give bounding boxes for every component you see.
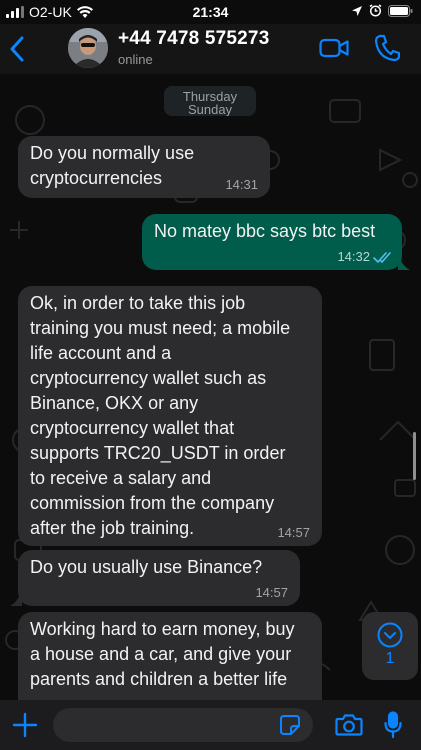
status-bar: O2-UK 21:34 [0,0,421,24]
date-label-behind: Sunday [187,102,233,116]
message-time: 14:32 [337,249,370,264]
battery-icon [388,4,413,17]
back-icon[interactable] [6,34,28,64]
avatar[interactable] [68,28,108,68]
message-outgoing[interactable]: No matey bbc says btc best 14:32 [142,214,402,270]
date-separator: Thursday Sunday [164,86,256,116]
message-text: Ok, in order to take this job training y… [30,293,291,538]
unread-count: 1 [385,650,395,667]
message-time: 14:31 [225,177,258,192]
video-call-icon[interactable] [319,36,349,60]
read-receipt-icon [373,252,391,263]
avatar-image [68,28,108,68]
camera-icon[interactable] [335,713,363,737]
message-incoming[interactable]: Do you usually use Binance? 14:57 [18,550,300,606]
scroll-indicator[interactable] [413,432,416,480]
contact-name[interactable]: +44 7478 575273 [118,28,269,50]
message-composer [0,700,421,750]
message-input[interactable] [53,708,313,742]
chevron-down-icon [377,622,403,648]
alarm-icon [369,4,382,17]
message-text: No matey bbc says btc best [154,221,376,241]
message-text: Do you normally use cryptocurrencies [30,143,195,188]
chat-background: Thursday Sunday Do you normally use cryp… [0,0,421,750]
bubble-tail [10,590,22,606]
contact-status: online [118,52,153,67]
microphone-icon[interactable] [383,711,403,739]
message-text: Working hard to earn money, buy a house … [30,619,295,689]
message-incoming[interactable]: Do you normally use cryptocurrencies 14:… [18,136,270,198]
message-incoming[interactable]: Ok, in order to take this job training y… [18,286,322,546]
sticker-icon[interactable] [279,714,301,736]
message-time: 14:57 [255,585,288,600]
plus-icon[interactable] [12,712,38,738]
scroll-to-bottom-button[interactable]: 1 [362,612,418,680]
chat-header: +44 7478 575273 online [0,24,421,74]
location-icon [352,5,362,16]
bubble-tail [398,254,410,270]
voice-call-icon[interactable] [374,34,400,62]
message-text: Do you usually use Binance? [30,557,263,577]
message-time: 14:57 [277,525,310,540]
